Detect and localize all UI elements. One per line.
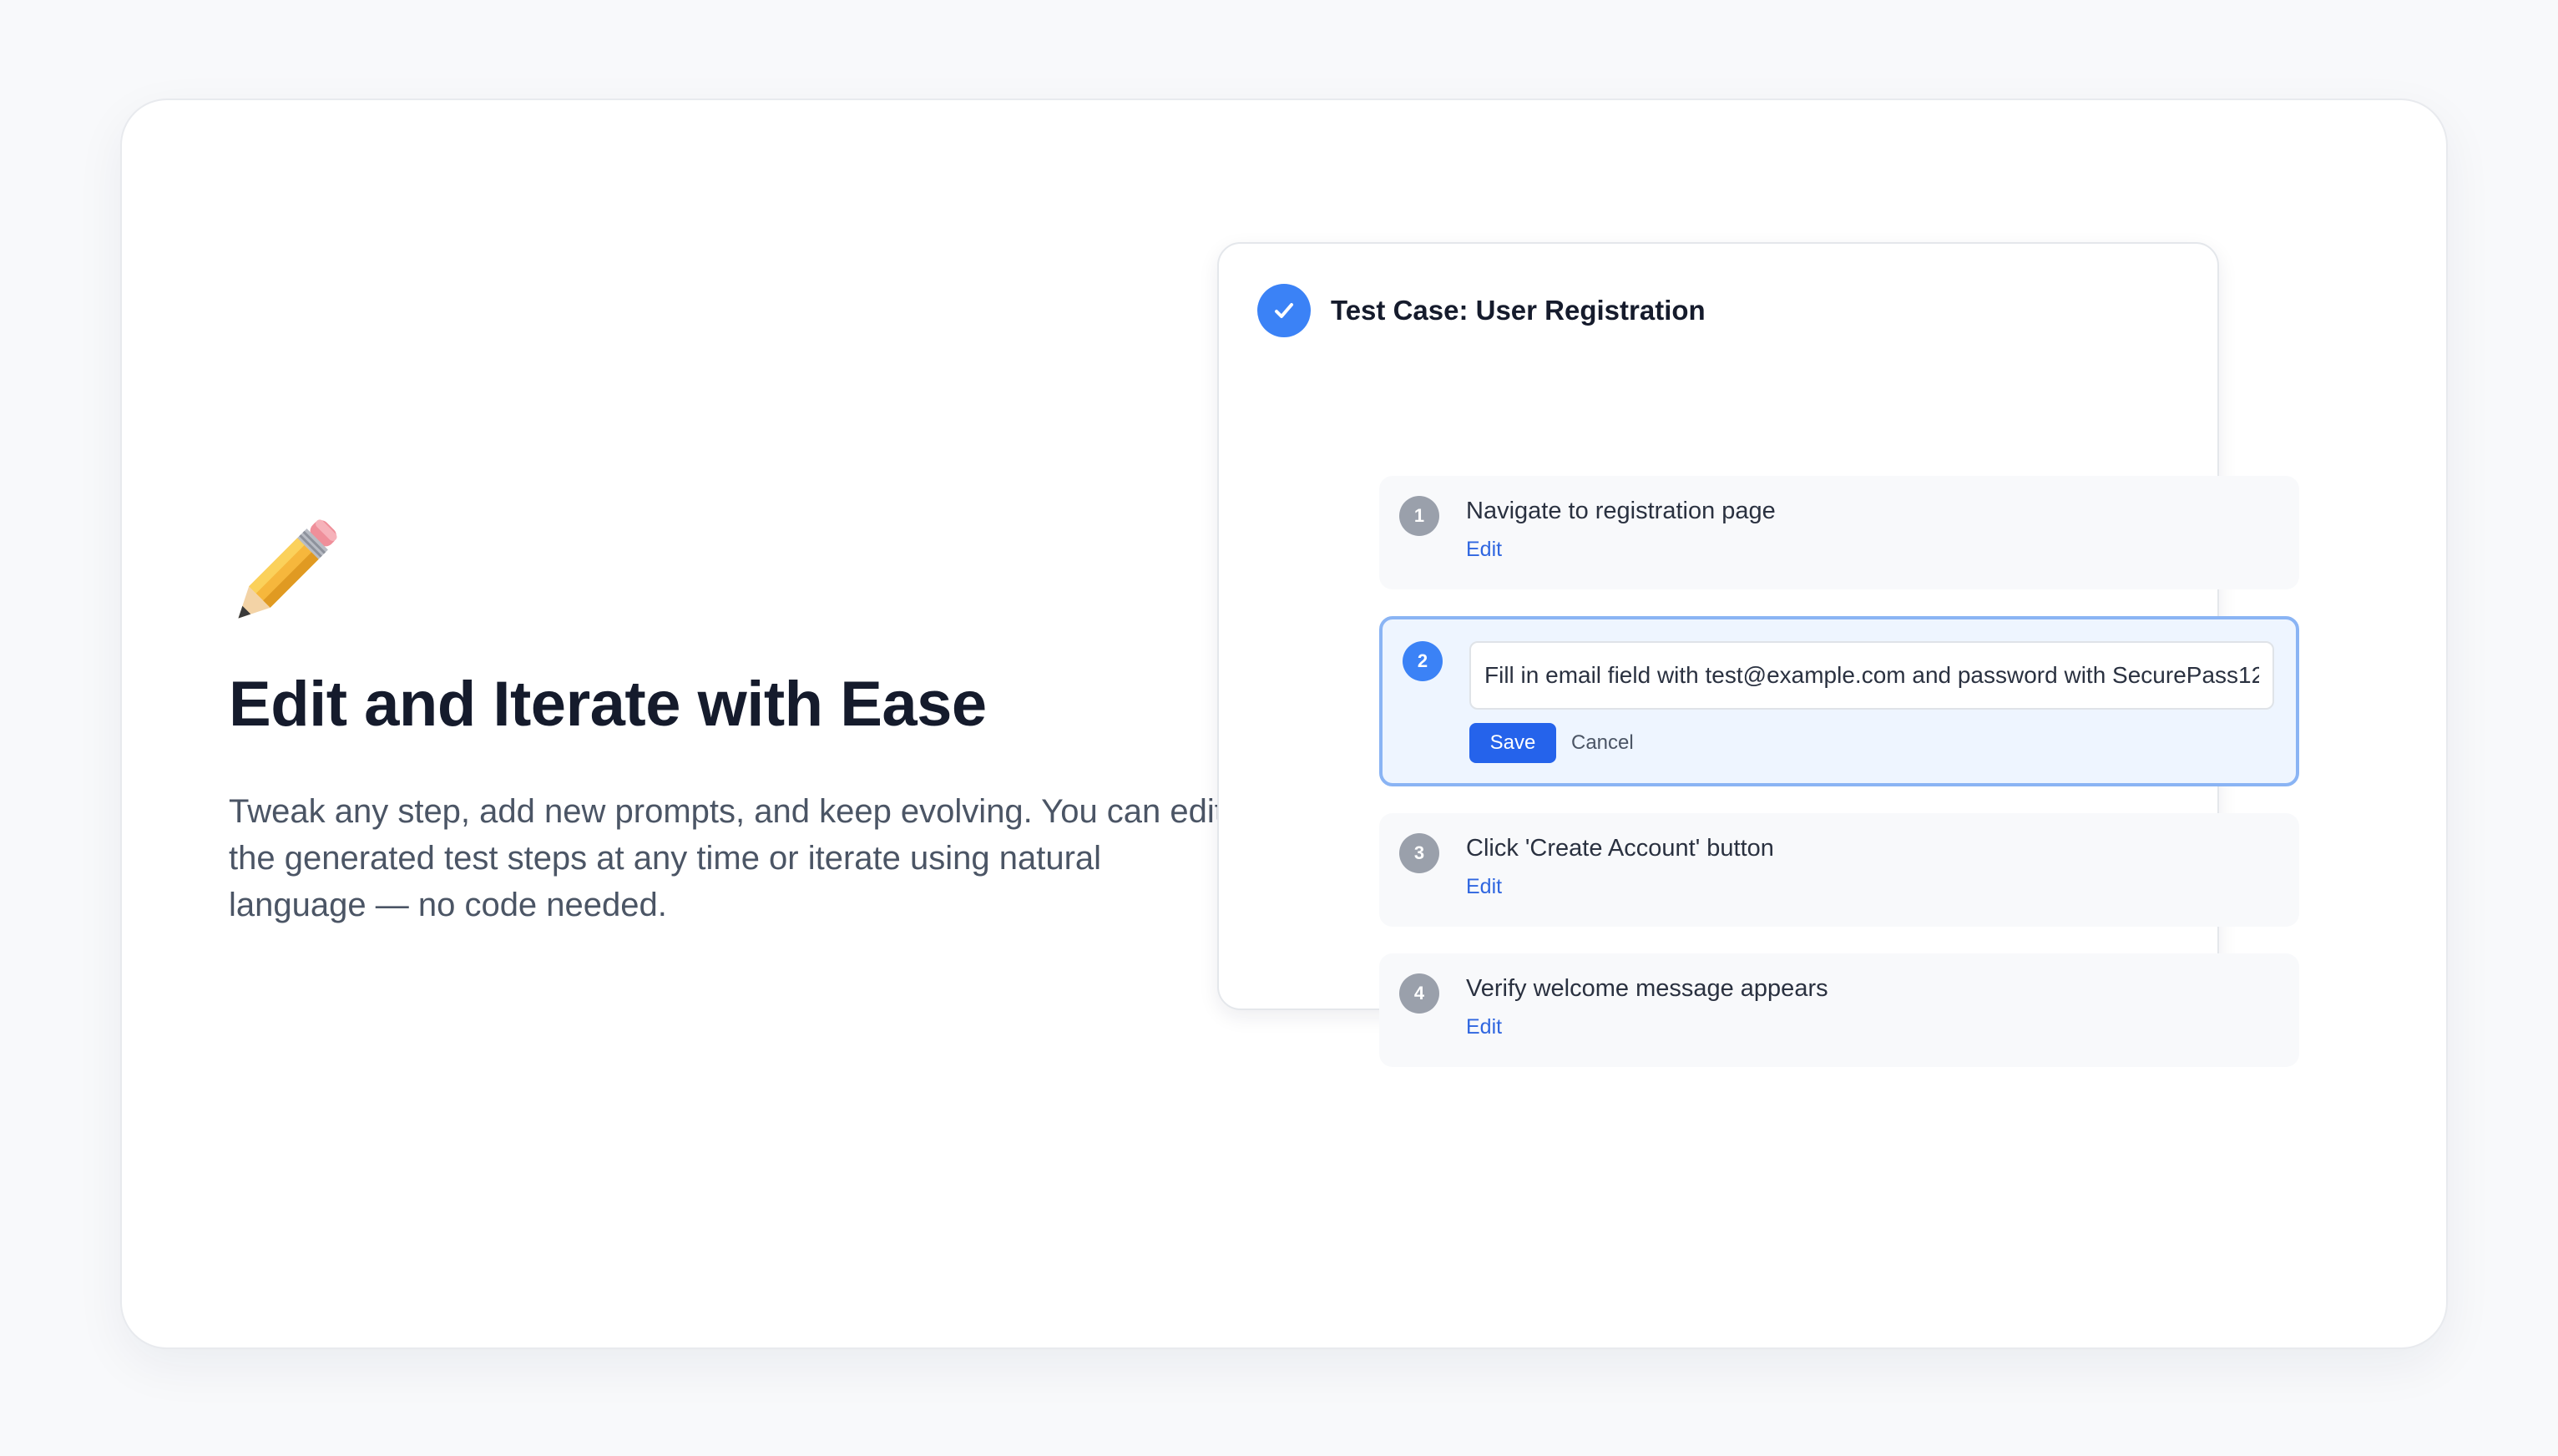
step-text: Verify welcome message appears — [1466, 975, 1828, 1002]
step-text: Click 'Create Account' button — [1466, 835, 1774, 862]
save-button[interactable]: Save — [1469, 723, 1556, 763]
pencil-icon — [238, 519, 337, 619]
step-number-badge: 4 — [1399, 973, 1439, 1014]
checkmark-icon — [1257, 284, 1311, 337]
step-number-badge: 2 — [1403, 641, 1443, 681]
test-step-2-editing: 2 Save Cancel — [1379, 616, 2299, 786]
step-edit-input[interactable] — [1469, 641, 2274, 710]
cancel-button[interactable]: Cancel — [1571, 723, 1634, 763]
feature-description: Tweak any step, add new prompts, and kee… — [229, 793, 1224, 923]
edit-step-link[interactable]: Edit — [1466, 1015, 1502, 1039]
test-case-header: Test Case: User Registration — [1257, 284, 1706, 337]
edit-step-link[interactable]: Edit — [1466, 875, 1502, 899]
step-text: Navigate to registration page — [1466, 498, 1776, 524]
step-number-badge: 1 — [1399, 496, 1439, 536]
feature-title: Edit and Iterate with Ease — [229, 669, 987, 740]
test-step-3: 3 Click 'Create Account' button Edit — [1379, 813, 2299, 927]
edit-step-link[interactable]: Edit — [1466, 538, 1502, 562]
test-step-1: 1 Navigate to registration page Edit — [1379, 476, 2299, 589]
step-number-badge: 3 — [1399, 833, 1439, 873]
test-step-4: 4 Verify welcome message appears Edit — [1379, 953, 2299, 1067]
test-case-title: Test Case: User Registration — [1331, 295, 1706, 326]
